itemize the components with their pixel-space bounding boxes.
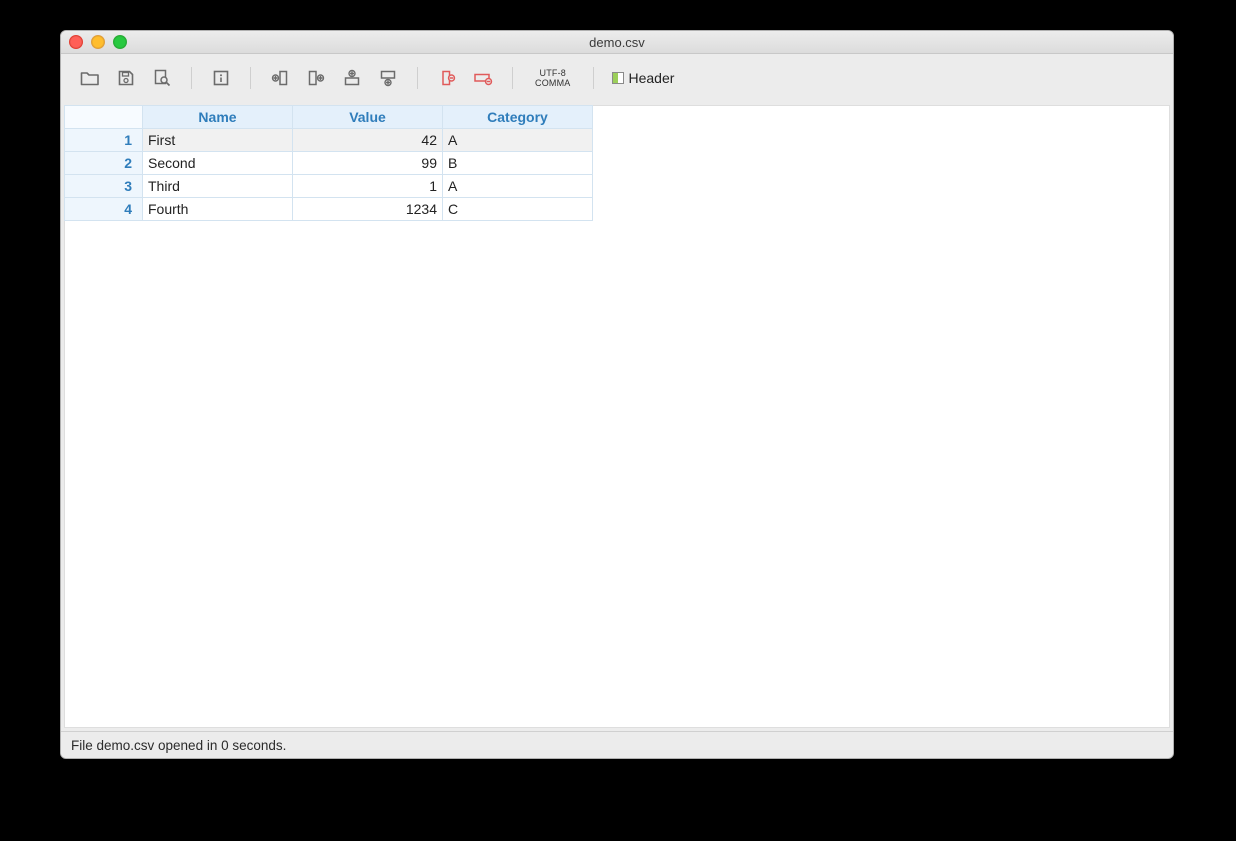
info-button[interactable] [210, 67, 232, 89]
cell-name[interactable]: Fourth [143, 198, 293, 221]
column-header-name[interactable]: Name [143, 106, 293, 129]
insert-row-before-button[interactable] [341, 67, 363, 89]
header-row: Name Value Category [65, 106, 593, 129]
header-toggle[interactable]: Header [612, 70, 675, 86]
find-button[interactable] [151, 67, 173, 89]
encoding-line2: COMMA [535, 78, 571, 88]
toolbar-separator [512, 67, 513, 89]
cell-value[interactable]: 99 [293, 152, 443, 175]
cell-name[interactable]: First [143, 129, 293, 152]
row-number[interactable]: 3 [65, 175, 143, 198]
insert-col-after-icon [307, 69, 325, 87]
cell-category[interactable]: C [443, 198, 593, 221]
app-window: demo.csv [60, 30, 1174, 759]
encoding-button[interactable]: UTF-8 COMMA [531, 68, 575, 88]
column-header-category[interactable]: Category [443, 106, 593, 129]
insert-row-after-button[interactable] [377, 67, 399, 89]
table-row[interactable]: 1First42A [65, 129, 593, 152]
header-toggle-label: Header [629, 70, 675, 86]
cell-category[interactable]: A [443, 175, 593, 198]
statusbar: File demo.csv opened in 0 seconds. [61, 731, 1173, 758]
info-icon [212, 69, 230, 87]
toolbar: UTF-8 COMMA Header [61, 54, 1173, 102]
delete-row-button[interactable] [472, 67, 494, 89]
table-row[interactable]: 4Fourth1234C [65, 198, 593, 221]
row-number[interactable]: 1 [65, 129, 143, 152]
table-row[interactable]: 3Third1A [65, 175, 593, 198]
row-number[interactable]: 4 [65, 198, 143, 221]
toolbar-separator [191, 67, 192, 89]
zoom-window-button[interactable] [113, 35, 127, 49]
window-title: demo.csv [61, 35, 1173, 50]
row-number[interactable]: 2 [65, 152, 143, 175]
insert-col-before-icon [271, 69, 289, 87]
cell-category[interactable]: B [443, 152, 593, 175]
cell-value[interactable]: 42 [293, 129, 443, 152]
close-window-button[interactable] [69, 35, 83, 49]
delete-column-icon [438, 69, 456, 87]
cell-value[interactable]: 1234 [293, 198, 443, 221]
insert-column-before-button[interactable] [269, 67, 291, 89]
header-toggle-icon [612, 72, 624, 84]
column-header-value[interactable]: Value [293, 106, 443, 129]
corner-cell[interactable] [65, 106, 143, 129]
cell-value[interactable]: 1 [293, 175, 443, 198]
page-search-icon [153, 69, 171, 87]
toolbar-separator [593, 67, 594, 89]
floppy-icon [117, 69, 135, 87]
toolbar-separator [250, 67, 251, 89]
open-file-button[interactable] [79, 67, 101, 89]
insert-row-after-icon [379, 69, 397, 87]
folder-icon [80, 70, 100, 86]
delete-column-button[interactable] [436, 67, 458, 89]
table-row[interactable]: 2Second99B [65, 152, 593, 175]
cell-name[interactable]: Second [143, 152, 293, 175]
spreadsheet[interactable]: Name Value Category 1First42A2Second99B3… [64, 105, 1170, 728]
cell-category[interactable]: A [443, 129, 593, 152]
insert-column-after-button[interactable] [305, 67, 327, 89]
titlebar[interactable]: demo.csv [61, 31, 1173, 54]
cell-name[interactable]: Third [143, 175, 293, 198]
traffic-lights [61, 35, 127, 49]
toolbar-separator [417, 67, 418, 89]
encoding-line1: UTF-8 [535, 68, 571, 78]
data-table: Name Value Category 1First42A2Second99B3… [64, 105, 593, 221]
status-message: File demo.csv opened in 0 seconds. [71, 738, 286, 753]
minimize-window-button[interactable] [91, 35, 105, 49]
content-area: Name Value Category 1First42A2Second99B3… [61, 102, 1173, 731]
save-file-button[interactable] [115, 67, 137, 89]
delete-row-icon [473, 69, 493, 87]
insert-row-before-icon [343, 69, 361, 87]
